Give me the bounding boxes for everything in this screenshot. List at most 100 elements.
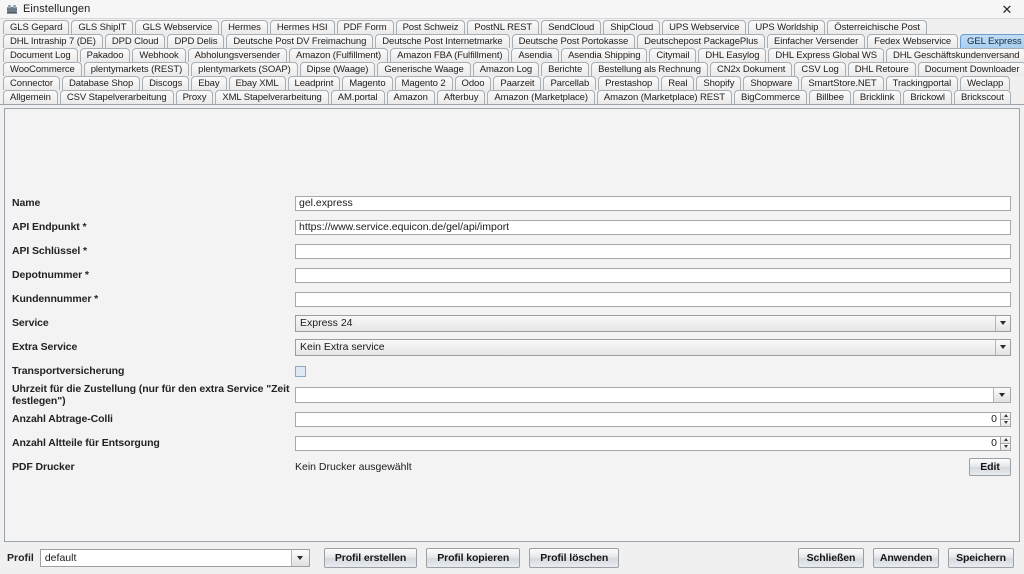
edit-printer-button[interactable]: Edit bbox=[969, 458, 1011, 476]
tab-dipse-waage[interactable]: Dipse (Waage) bbox=[299, 62, 376, 76]
tab-database-shop[interactable]: Database Shop bbox=[61, 76, 141, 90]
tab-amazon-marketplace[interactable]: Amazon (Marketplace) bbox=[487, 90, 595, 104]
tab-post-schweiz[interactable]: Post Schweiz bbox=[395, 20, 466, 34]
tab-sendcloud[interactable]: SendCloud bbox=[541, 20, 602, 34]
tab-real[interactable]: Real bbox=[661, 76, 695, 90]
stepper-value[interactable]: 0 bbox=[295, 411, 1000, 427]
tab-ebay-xml[interactable]: Ebay XML bbox=[228, 76, 286, 90]
tab-cn2x-dokument[interactable]: CN2x Dokument bbox=[709, 62, 793, 76]
tab-leadprint[interactable]: Leadprint bbox=[287, 76, 341, 90]
tab-bricklink[interactable]: Bricklink bbox=[852, 90, 902, 104]
transportversicherung-checkbox[interactable] bbox=[295, 365, 306, 377]
tab-dhl-easylog[interactable]: DHL Easylog bbox=[698, 48, 767, 62]
tab-dhl-express-global-ws[interactable]: DHL Express Global WS bbox=[768, 48, 884, 62]
tab-deutsche-post-internetmarke[interactable]: Deutsche Post Internetmarke bbox=[375, 34, 510, 48]
tab-csv-log[interactable]: CSV Log bbox=[794, 62, 846, 76]
chevron-down-icon[interactable] bbox=[993, 388, 1010, 402]
tab-gls-gepard[interactable]: GLS Gepard bbox=[3, 20, 70, 34]
tab-amazon-marketplace-rest[interactable]: Amazon (Marketplace) REST bbox=[596, 90, 732, 104]
tab-magento-2[interactable]: Magento 2 bbox=[394, 76, 453, 90]
tab-asendia-shipping[interactable]: Asendia Shipping bbox=[561, 48, 648, 62]
tab-dhl-intraship-7-de[interactable]: DHL Intraship 7 (DE) bbox=[3, 34, 103, 48]
profile-select[interactable]: default bbox=[39, 549, 310, 567]
tab-dpd-cloud[interactable]: DPD Cloud bbox=[104, 34, 166, 48]
tab-amazon-fba-fulfillment[interactable]: Amazon FBA (Fulfillment) bbox=[390, 48, 510, 62]
api-schlüssel-input[interactable] bbox=[295, 243, 1011, 259]
tab-shipcloud[interactable]: ShipCloud bbox=[603, 20, 661, 34]
service-select[interactable]: Express 24 bbox=[295, 314, 1011, 332]
tab-bestellung-als-rechnung[interactable]: Bestellung als Rechnung bbox=[591, 62, 708, 76]
tab-hermes[interactable]: Hermes bbox=[221, 20, 268, 34]
tab-brickscout[interactable]: Brickscout bbox=[953, 90, 1011, 104]
tab-pakadoo[interactable]: Pakadoo bbox=[79, 48, 131, 62]
tab-amazon[interactable]: Amazon bbox=[386, 90, 435, 104]
tab-gls-webservice[interactable]: GLS Webservice bbox=[135, 20, 220, 34]
tab-document-log[interactable]: Document Log bbox=[3, 48, 78, 62]
tab-weclapp[interactable]: Weclapp bbox=[960, 76, 1011, 90]
tab-citymail[interactable]: Citymail bbox=[649, 48, 697, 62]
tab-plentymarkets-rest[interactable]: plentymarkets (REST) bbox=[83, 62, 190, 76]
tab-amazon-log[interactable]: Amazon Log bbox=[472, 62, 540, 76]
profil-löschen-button[interactable]: Profil löschen bbox=[529, 548, 620, 568]
tab-plentymarkets-soap[interactable]: plentymarkets (SOAP) bbox=[191, 62, 298, 76]
zustellung-uhrzeit-select[interactable] bbox=[295, 387, 1011, 403]
speichern-button[interactable]: Speichern bbox=[948, 548, 1014, 568]
close-icon[interactable]: ✕ bbox=[994, 1, 1020, 18]
tab-ebay[interactable]: Ebay bbox=[191, 76, 227, 90]
tab-abholungsversender[interactable]: Abholungsversender bbox=[187, 48, 288, 62]
tab-fedex-webservice[interactable]: Fedex Webservice bbox=[867, 34, 959, 48]
tab-dpd-delis[interactable]: DPD Delis bbox=[167, 34, 225, 48]
tab-gls-shipit[interactable]: GLS ShipIT bbox=[71, 20, 134, 34]
stepper-value[interactable]: 0 bbox=[295, 435, 1000, 451]
tab-am-portal[interactable]: AM.portal bbox=[330, 90, 385, 104]
anzahl-altteile-für-entsorgung-stepper[interactable]: 0 bbox=[295, 435, 1011, 451]
tab-berichte[interactable]: Berichte bbox=[541, 62, 590, 76]
chevron-down-icon[interactable] bbox=[995, 315, 1010, 331]
tab-deutsche-post-portokasse[interactable]: Deutsche Post Portokasse bbox=[511, 34, 636, 48]
tab-asendia[interactable]: Asendia bbox=[511, 48, 560, 62]
tab-discogs[interactable]: Discogs bbox=[142, 76, 190, 90]
tab-shopify[interactable]: Shopify bbox=[696, 76, 742, 90]
tab-document-downloader[interactable]: Document Downloader bbox=[917, 62, 1024, 76]
chevron-down-icon[interactable] bbox=[290, 550, 309, 566]
tab-deutsche-post-dv-freimachung[interactable]: Deutsche Post DV Freimachung bbox=[226, 34, 374, 48]
kundennummer-input[interactable] bbox=[295, 291, 1011, 307]
tab-dhl-retoure[interactable]: DHL Retoure bbox=[847, 62, 916, 76]
schließen-button[interactable]: Schließen bbox=[798, 548, 864, 568]
tab-gel-express[interactable]: GEL Express bbox=[960, 34, 1024, 48]
tab-amazon-fulfillment[interactable]: Amazon (Fulfillment) bbox=[289, 48, 389, 62]
anwenden-button[interactable]: Anwenden bbox=[873, 548, 939, 568]
tab-dhl-gesch-ftskundenversand[interactable]: DHL Geschäftskundenversand bbox=[885, 48, 1024, 62]
tab-ups-webservice[interactable]: UPS Webservice bbox=[662, 20, 747, 34]
extra-service-select[interactable]: Kein Extra service bbox=[295, 338, 1011, 356]
tab-magento[interactable]: Magento bbox=[342, 76, 393, 90]
tab-paarzeit[interactable]: Paarzeit bbox=[493, 76, 542, 90]
tab-odoo[interactable]: Odoo bbox=[454, 76, 492, 90]
tab-bigcommerce[interactable]: BigCommerce bbox=[733, 90, 808, 104]
tab-billbee[interactable]: Billbee bbox=[809, 90, 851, 104]
tab-postnl-rest[interactable]: PostNL REST bbox=[467, 20, 540, 34]
name-input[interactable]: gel.express bbox=[295, 195, 1011, 211]
stepper-up-icon[interactable] bbox=[1000, 411, 1011, 419]
tab-prestashop[interactable]: Prestashop bbox=[598, 76, 660, 90]
depotnummer-input[interactable] bbox=[295, 267, 1011, 283]
tab-woocommerce[interactable]: WooCommerce bbox=[3, 62, 82, 76]
tab-ups-worldship[interactable]: UPS Worldship bbox=[748, 20, 826, 34]
tab-trackingportal[interactable]: Trackingportal bbox=[885, 76, 959, 90]
tab-pdf-form[interactable]: PDF Form bbox=[336, 20, 394, 34]
tab-xml-stapelverarbeitung[interactable]: XML Stapelverarbeitung bbox=[215, 90, 329, 104]
stepper-down-icon[interactable] bbox=[1000, 418, 1011, 427]
tab-sterreichische-post[interactable]: Österreichische Post bbox=[827, 20, 927, 34]
tab-generische-waage[interactable]: Generische Waage bbox=[377, 62, 471, 76]
api-endpunkt-input[interactable]: https://www.service.equicon.de/gel/api/i… bbox=[295, 219, 1011, 235]
tab-parcellab[interactable]: Parcellab bbox=[543, 76, 597, 90]
tab-brickowl[interactable]: Brickowl bbox=[903, 90, 952, 104]
tab-connector[interactable]: Connector bbox=[3, 76, 60, 90]
stepper-up-icon[interactable] bbox=[1000, 435, 1011, 443]
tab-webhook[interactable]: Webhook bbox=[132, 48, 186, 62]
tab-smartstore-net[interactable]: SmartStore.NET bbox=[801, 76, 884, 90]
tab-proxy[interactable]: Proxy bbox=[175, 90, 214, 104]
anzahl-abtrage-colli-stepper[interactable]: 0 bbox=[295, 411, 1011, 427]
tab-einfacher-versender[interactable]: Einfacher Versender bbox=[766, 34, 866, 48]
tab-afterbuy[interactable]: Afterbuy bbox=[436, 90, 486, 104]
